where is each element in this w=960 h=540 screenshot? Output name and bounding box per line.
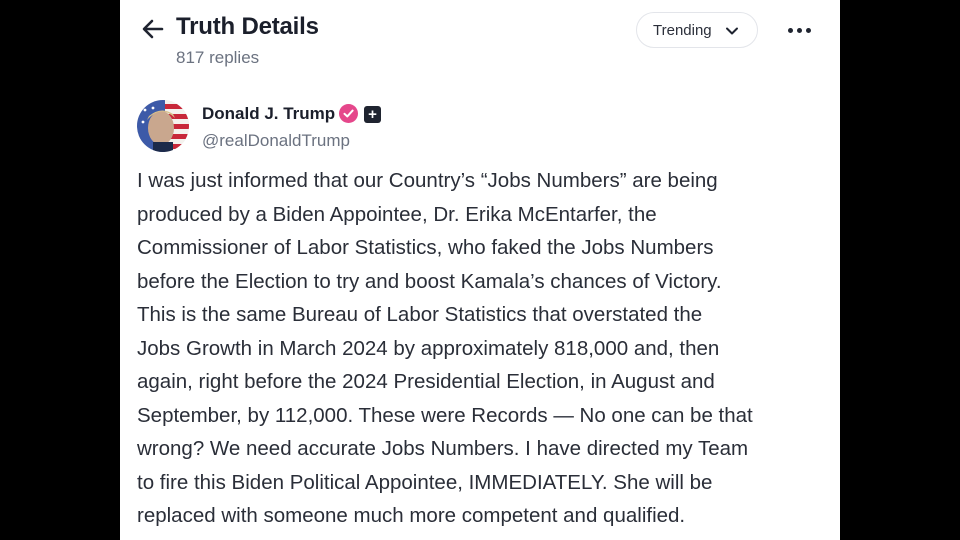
plus-badge-icon: + bbox=[364, 106, 381, 123]
post-line: wrong? We need accurate Jobs Numbers. I … bbox=[137, 437, 749, 460]
truth-details-panel: Truth Details 817 replies Trending Donal bbox=[120, 0, 840, 540]
author-name[interactable]: Donald J. Trump bbox=[202, 104, 335, 124]
post-line: I was just informed that our Country’s “… bbox=[137, 169, 718, 192]
post-line: replaced with someone much more competen… bbox=[137, 504, 686, 527]
sort-dropdown-label: Trending bbox=[653, 21, 712, 39]
post-line: again, right before the 2024 Presidentia… bbox=[137, 370, 715, 393]
post-line: before the Election to try and boost Kam… bbox=[137, 269, 722, 293]
post-body: I was just informed that our Country’s “… bbox=[137, 164, 827, 533]
post-line: produced by a Biden Appointee, Dr. Erika… bbox=[137, 202, 657, 226]
post-line: Jobs Growth in March 2024 by approximate… bbox=[137, 336, 720, 360]
post-line: This is the same Bureau of Labor Statist… bbox=[137, 303, 703, 326]
author-handle[interactable]: @realDonaldTrump bbox=[202, 131, 350, 151]
page-title: Truth Details bbox=[176, 13, 319, 40]
post-line: Commissioner of Labor Statistics, who fa… bbox=[137, 236, 714, 259]
more-horizontal-icon[interactable] bbox=[784, 18, 814, 42]
verified-badge-icon bbox=[339, 104, 358, 123]
post-line: to fire this Biden Political Appointee, … bbox=[137, 470, 713, 494]
arrow-left-icon[interactable] bbox=[140, 16, 166, 42]
avatar[interactable] bbox=[137, 100, 189, 152]
sort-dropdown[interactable]: Trending bbox=[636, 12, 758, 48]
reply-count: 817 replies bbox=[176, 48, 260, 67]
post-line: September, by 112,000. These were Record… bbox=[137, 403, 753, 427]
chevron-down-icon bbox=[726, 27, 738, 35]
